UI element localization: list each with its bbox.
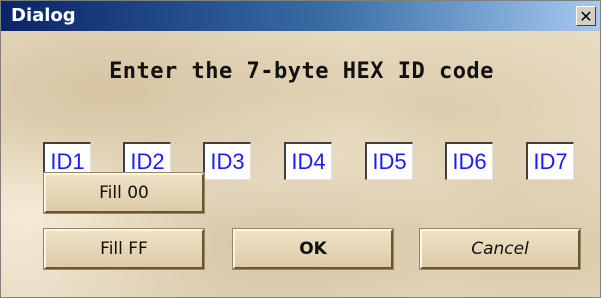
id-field-4[interactable]: ID4 xyxy=(284,142,332,180)
cancel-button[interactable]: Cancel xyxy=(419,228,581,270)
close-button[interactable]: ✕ xyxy=(576,6,596,26)
id-field-7[interactable]: ID7 xyxy=(526,142,574,180)
instruction-heading: Enter the 7-byte HEX ID code xyxy=(109,59,494,84)
dialog-body: Enter the 7-byte HEX ID code ID1 ID2 ID3… xyxy=(1,31,600,297)
dialog-window: Dialog ✕ Enter the 7-byte HEX ID code ID… xyxy=(0,0,601,298)
window-title: Dialog xyxy=(11,5,76,26)
title-bar[interactable]: Dialog ✕ xyxy=(1,1,600,31)
id-field-3[interactable]: ID3 xyxy=(203,142,251,180)
fill-00-button[interactable]: Fill 00 xyxy=(43,172,205,214)
ok-button[interactable]: OK xyxy=(232,228,394,270)
close-icon: ✕ xyxy=(579,6,593,26)
id-field-5[interactable]: ID5 xyxy=(365,142,413,180)
fill-ff-button[interactable]: Fill FF xyxy=(43,228,205,270)
id-field-6[interactable]: ID6 xyxy=(445,142,493,180)
